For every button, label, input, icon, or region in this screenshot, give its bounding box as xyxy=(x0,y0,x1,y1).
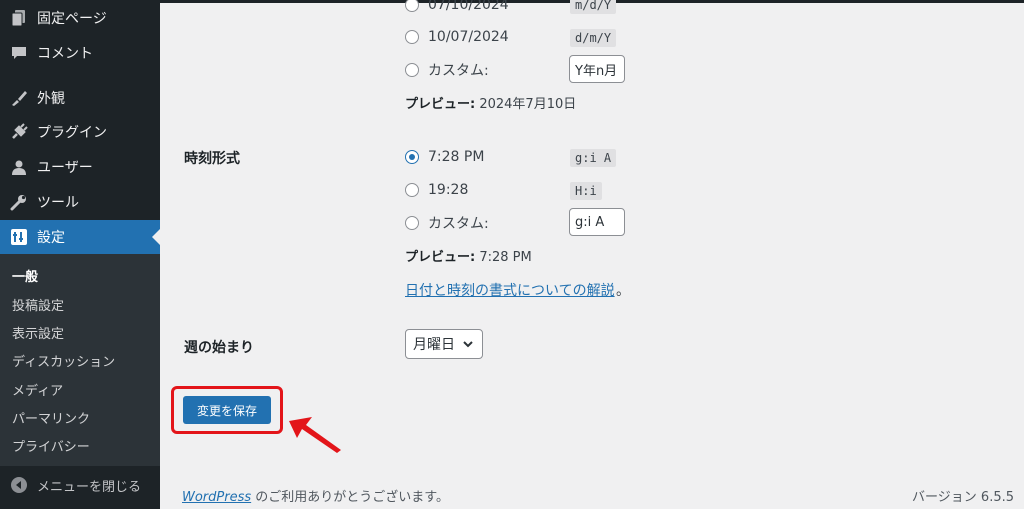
submenu-item-general[interactable]: 一般 xyxy=(12,266,38,285)
radio-label: 10/07/2024 xyxy=(428,29,509,45)
submenu-item-reading[interactable]: 表示設定 xyxy=(12,323,64,342)
footer-version: バージョン 6.5.5 xyxy=(912,490,1014,505)
sidebar-item-settings[interactable]: 設定 xyxy=(0,220,160,254)
comment-icon xyxy=(9,43,29,63)
collapse-menu-label: メニューを閉じる xyxy=(37,479,142,495)
pointer-arrow-icon xyxy=(289,417,341,453)
docs-link-suffix: 。 xyxy=(616,283,630,299)
time-format-label: 時刻形式 xyxy=(184,151,240,167)
sidebar-item-comments[interactable]: コメント xyxy=(0,36,160,70)
date-format-option-custom[interactable]: カスタム: xyxy=(405,60,489,80)
sidebar-item-pages[interactable]: 固定ページ xyxy=(0,1,160,35)
sidebar-item-appearance[interactable]: 外観 xyxy=(0,81,160,115)
format-code: m/d/Y xyxy=(570,0,617,14)
selected-value: 月曜日 xyxy=(413,337,455,353)
radio-label: 19:28 xyxy=(428,182,469,198)
radio-button[interactable] xyxy=(405,63,419,77)
submenu-item-discussion[interactable]: ディスカッション xyxy=(12,351,115,370)
radio-label: 7:28 PM xyxy=(428,149,485,165)
collapse-arrow-icon xyxy=(11,477,27,493)
save-changes-button[interactable]: 変更を保存 xyxy=(183,396,271,424)
preview-label: プレビュー: xyxy=(405,250,476,265)
radio-label: カスタム: xyxy=(428,216,489,232)
submenu-item-privacy[interactable]: プライバシー xyxy=(12,436,90,455)
settings-submenu: 一般 投稿設定 表示設定 ディスカッション メディア パーマリンク プライバシー xyxy=(0,254,160,466)
admin-sidebar: 固定ページ コメント 外観 プラグイン ユーザー ツール 設定 一般 投稿設定 … xyxy=(0,0,160,509)
custom-date-format-input[interactable] xyxy=(569,55,625,83)
submenu-item-media[interactable]: メディア xyxy=(12,380,63,399)
sidebar-item-label: プラグイン xyxy=(37,125,107,141)
wordpress-link[interactable]: WordPress xyxy=(182,490,251,505)
time-format-option-1[interactable]: 7:28 PM xyxy=(405,147,484,167)
date-time-docs-link[interactable]: 日付と時刻の書式についての解説 xyxy=(405,280,615,300)
active-indicator xyxy=(152,229,160,245)
custom-time-format-input[interactable] xyxy=(569,208,625,236)
sidebar-item-label: 固定ページ xyxy=(37,11,107,27)
sidebar-item-label: 外観 xyxy=(37,91,65,107)
wrench-icon xyxy=(9,192,29,212)
format-code: d/m/Y xyxy=(570,29,617,47)
footer-thanks-text: のご利用ありがとうございます。 xyxy=(251,490,449,505)
settings-icon xyxy=(9,227,29,247)
format-code: H:i xyxy=(570,182,602,200)
preview-label: プレビュー: xyxy=(405,97,476,112)
sidebar-item-label: ユーザー xyxy=(37,160,93,176)
preview-value: 7:28 PM xyxy=(479,250,532,265)
sidebar-item-label: コメント xyxy=(37,46,93,62)
date-format-option-2[interactable]: 10/07/2024 xyxy=(405,27,509,47)
sidebar-item-plugins[interactable]: プラグイン xyxy=(0,115,160,149)
submenu-item-writing[interactable]: 投稿設定 xyxy=(12,295,64,314)
radio-button[interactable] xyxy=(405,0,419,12)
date-format-option-1[interactable]: 07/10/2024 xyxy=(405,0,509,15)
time-preview: プレビュー: 7:28 PM xyxy=(405,246,532,265)
radio-label: 07/10/2024 xyxy=(428,0,509,13)
chevron-down-icon xyxy=(462,338,474,354)
sidebar-item-tools[interactable]: ツール xyxy=(0,185,160,219)
format-code: g:i A xyxy=(570,149,617,167)
radio-button[interactable] xyxy=(405,150,419,164)
sidebar-item-label: ツール xyxy=(37,195,79,211)
preview-value: 2024年7月10日 xyxy=(479,97,577,112)
sidebar-item-users[interactable]: ユーザー xyxy=(0,150,160,184)
radio-label: カスタム: xyxy=(428,63,489,79)
radio-button[interactable] xyxy=(405,183,419,197)
page-icon xyxy=(9,8,29,28)
user-icon xyxy=(9,157,29,177)
submenu-item-permalinks[interactable]: パーマリンク xyxy=(12,408,90,427)
week-start-select[interactable]: 月曜日 xyxy=(405,329,483,359)
date-preview: プレビュー: 2024年7月10日 xyxy=(405,93,576,112)
brush-icon xyxy=(9,88,29,108)
footer-thanks: WordPress のご利用ありがとうございます。 xyxy=(182,486,449,505)
time-format-option-custom[interactable]: カスタム: xyxy=(405,213,489,233)
time-format-option-2[interactable]: 19:28 xyxy=(405,180,468,200)
plugin-icon xyxy=(9,122,29,142)
collapse-menu-button[interactable]: メニューを閉じる xyxy=(0,472,160,498)
radio-button[interactable] xyxy=(405,30,419,44)
radio-button[interactable] xyxy=(405,216,419,230)
sidebar-item-label: 設定 xyxy=(37,230,65,246)
week-start-label: 週の始まり xyxy=(184,340,254,356)
